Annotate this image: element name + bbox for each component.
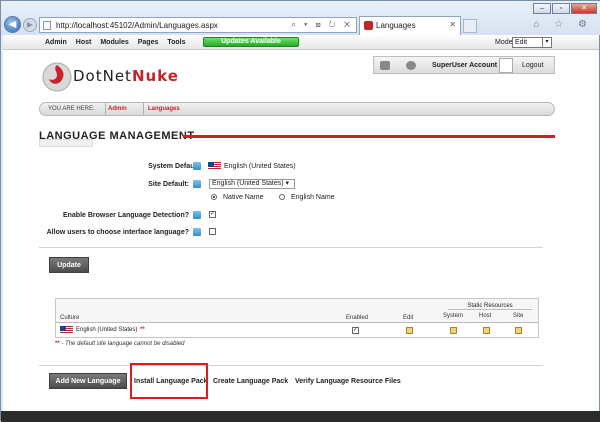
notifications-icon[interactable] bbox=[406, 61, 416, 70]
enabled-checkbox[interactable]: ✓ bbox=[352, 327, 359, 334]
menu-pages[interactable]: Pages bbox=[138, 39, 159, 46]
add-new-language-button[interactable]: Add New Language bbox=[49, 373, 127, 389]
logout-link[interactable]: Logout bbox=[522, 62, 543, 69]
browser-detection-label: Enable Browser Language Detection? bbox=[62, 212, 189, 219]
breadcrumb-admin[interactable]: Admin bbox=[108, 106, 127, 112]
tab-languages[interactable]: Languages ✕ bbox=[359, 16, 461, 35]
column-host: Host bbox=[479, 313, 492, 319]
edit-site-icon[interactable] bbox=[515, 327, 522, 334]
status-bar bbox=[1, 411, 600, 422]
avatar[interactable] bbox=[499, 58, 513, 73]
logo-text: DotNetNuke bbox=[73, 67, 179, 85]
help-icon[interactable] bbox=[193, 211, 201, 219]
url-text: http://localhost:45102/Admin/Languages.a… bbox=[56, 21, 218, 30]
system-default-value: English (United States) bbox=[224, 163, 296, 170]
english-name-radio[interactable] bbox=[279, 194, 285, 200]
allow-users-checkbox[interactable] bbox=[209, 228, 216, 235]
address-bar[interactable]: http://localhost:45102/Admin/Languages.a… bbox=[39, 17, 357, 33]
menu-host[interactable]: Host bbox=[76, 39, 92, 46]
browser-tool-icons[interactable]: ⌂ ☆ ⚙ bbox=[533, 19, 593, 30]
admin-menu: Admin Host Modules Pages Tools bbox=[45, 39, 186, 46]
native-name-radio[interactable] bbox=[211, 194, 217, 200]
address-controls[interactable]: ⌕ ▾ ⊠ ↻ ✕ bbox=[291, 20, 353, 30]
menu-modules[interactable]: Modules bbox=[100, 39, 128, 46]
menu-admin[interactable]: Admin bbox=[45, 39, 67, 46]
column-culture: Culture bbox=[60, 315, 80, 321]
breadcrumb-languages[interactable]: Languages bbox=[148, 106, 180, 112]
close-window-icon[interactable]: ✕ bbox=[571, 3, 597, 14]
back-icon[interactable]: ◀ bbox=[4, 16, 21, 33]
ghost-button bbox=[39, 139, 93, 147]
user-bar: SuperUser Account Logout bbox=[373, 56, 555, 74]
site-default-select[interactable]: English (United States) ▾ bbox=[209, 179, 295, 189]
chevron-down-icon: ▾ bbox=[285, 180, 290, 187]
title-underline bbox=[183, 135, 555, 138]
superuser-account-link[interactable]: SuperUser Account bbox=[432, 62, 497, 69]
edit-system-icon[interactable] bbox=[450, 327, 457, 334]
page-icon bbox=[43, 21, 51, 30]
help-icon[interactable] bbox=[193, 162, 201, 170]
create-language-pack-link[interactable]: Create Language Pack bbox=[213, 378, 288, 385]
chevron-down-icon: ▾ bbox=[542, 38, 551, 47]
breadcrumb-separator bbox=[136, 103, 144, 115]
default-marker: ** bbox=[140, 327, 145, 333]
breadcrumb-separator bbox=[98, 103, 106, 115]
mode-label: Mode bbox=[495, 39, 513, 46]
update-button[interactable]: Update bbox=[49, 257, 89, 273]
new-tab-button[interactable] bbox=[463, 19, 477, 33]
english-name-label: English Name bbox=[291, 194, 335, 201]
tab-title: Languages bbox=[376, 21, 416, 30]
page-content: Admin Host Modules Pages Tools Updates A… bbox=[3, 35, 599, 413]
divider bbox=[39, 247, 543, 248]
us-flag-icon bbox=[208, 162, 221, 170]
culture-name: English (United States) bbox=[76, 327, 138, 333]
maximize-icon[interactable]: ▫ bbox=[552, 3, 570, 14]
control-bar: Admin Host Modules Pages Tools Updates A… bbox=[3, 35, 599, 50]
us-flag-icon bbox=[60, 326, 73, 334]
verify-resource-files-link[interactable]: Verify Language Resource Files bbox=[295, 378, 401, 385]
browser-detection-checkbox[interactable]: ✓ bbox=[209, 211, 216, 218]
column-edit: Edit bbox=[403, 315, 414, 321]
browser-toolbar: ◀ ▶ http://localhost:45102/Admin/Languag… bbox=[1, 1, 600, 35]
native-name-label: Native Name bbox=[223, 194, 264, 201]
site-default-label: Site Default: bbox=[148, 181, 189, 188]
close-tab-icon[interactable]: ✕ bbox=[449, 20, 456, 29]
system-default-label: System Default: bbox=[148, 163, 201, 170]
updates-available-button[interactable]: Updates Available bbox=[203, 37, 299, 47]
edit-icon[interactable] bbox=[406, 327, 413, 334]
column-system: System bbox=[443, 313, 464, 319]
column-enabled: Enabled bbox=[346, 315, 369, 321]
browser-window: ◀ ▶ http://localhost:45102/Admin/Languag… bbox=[0, 0, 600, 422]
menu-tools[interactable]: Tools bbox=[167, 39, 185, 46]
divider bbox=[39, 365, 543, 366]
table-row: English (United States) ** ✓ bbox=[56, 324, 538, 338]
mode-value: Edit bbox=[515, 39, 528, 46]
mode-select[interactable]: Edit ▾ bbox=[512, 37, 552, 48]
highlight-box bbox=[130, 363, 208, 399]
languages-table: Culture Enabled Edit Static Resources Sy… bbox=[55, 298, 539, 338]
table-header: Culture Enabled Edit Static Resources Sy… bbox=[56, 299, 538, 323]
help-icon[interactable] bbox=[193, 228, 201, 236]
breadcrumb: YOU ARE HERE: Admin Languages bbox=[39, 102, 555, 116]
minimize-icon[interactable]: – bbox=[533, 3, 551, 14]
column-site: Site bbox=[513, 313, 524, 319]
default-language-note: ** - The default site language cannot be… bbox=[55, 341, 185, 347]
messages-icon[interactable] bbox=[380, 61, 390, 70]
forward-icon[interactable]: ▶ bbox=[23, 18, 37, 32]
allow-users-label: Allow users to choose interface language… bbox=[46, 229, 189, 236]
static-resources-header: Static Resources bbox=[448, 303, 532, 310]
window-controls: – ▫ ✕ bbox=[532, 3, 597, 14]
edit-host-icon[interactable] bbox=[483, 327, 490, 334]
dnn-logo-icon bbox=[42, 62, 72, 92]
site-default-value: English (United States) bbox=[212, 180, 284, 187]
dnn-favicon-icon bbox=[364, 21, 373, 30]
help-icon[interactable] bbox=[193, 180, 201, 188]
you-are-here-label: YOU ARE HERE: bbox=[48, 106, 95, 112]
